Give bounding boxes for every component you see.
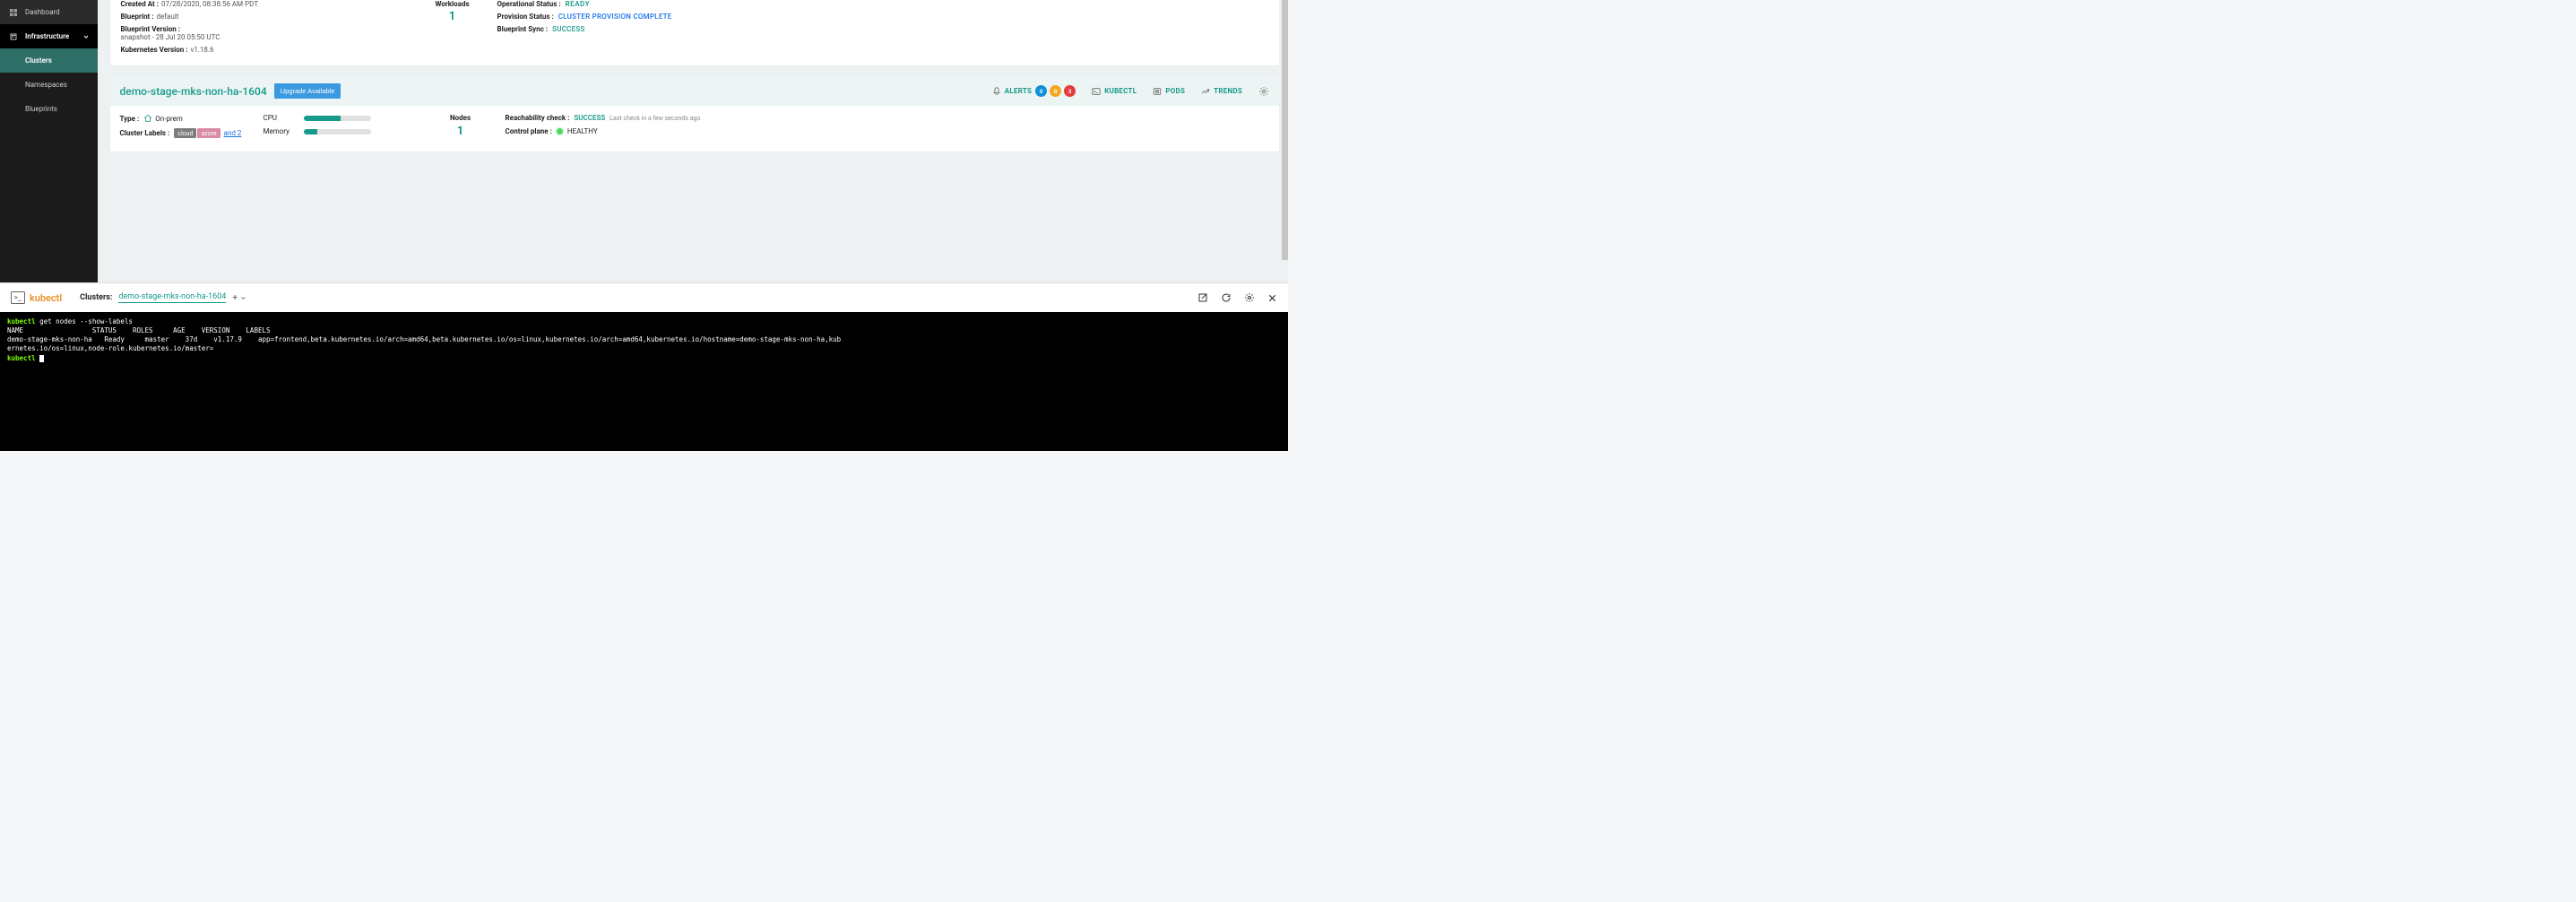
pods-action[interactable]: PODS (1153, 87, 1185, 96)
type-label: Type : (120, 115, 140, 123)
label-pill-cloud[interactable]: cloud (174, 128, 196, 138)
created-at-label: Created At : (121, 0, 159, 8)
sidebar-item-label: Namespaces (25, 81, 67, 89)
k8s-version-value: v1.18.6 (190, 46, 213, 54)
nodes-count[interactable]: 1 (416, 125, 506, 138)
settings-icon[interactable] (1258, 86, 1269, 97)
cpu-bar-fill (304, 116, 341, 121)
kubectl-toolbar: >_ kubectl Clusters: demo-stage-mks-non-… (0, 282, 1288, 312)
prov-status-value[interactable]: CLUSTER PROVISION COMPLETE (558, 13, 672, 21)
bp-sync-value[interactable]: SUCCESS (552, 25, 584, 33)
kubectl-tab-caret-icon[interactable] (241, 296, 246, 300)
nodes-label: Nodes (416, 114, 506, 122)
cpu-bar (304, 116, 371, 121)
op-status-label: Operational Status : (497, 0, 561, 8)
sidebar-item-blueprints[interactable]: Blueprints (0, 97, 98, 121)
op-status-value: READY (566, 0, 590, 8)
list-icon (1153, 87, 1162, 96)
trends-label: TRENDS (1214, 87, 1242, 95)
status-dot-icon (557, 128, 563, 134)
kubectl-brand-text: kubectl (30, 292, 62, 304)
type-value: On-prem (155, 115, 183, 123)
blueprint-value: default (157, 13, 179, 21)
cluster-card-header: demo-stage-mks-non-ha-1604 Upgrade Avail… (110, 76, 1280, 106)
terminal-row-cont: ernetes.io/os=linux,node-role.kubernetes… (7, 344, 213, 352)
building-icon (9, 32, 17, 40)
trend-icon (1201, 87, 1210, 96)
sidebar-item-infrastructure[interactable]: Infrastructure (0, 24, 98, 48)
cpu-label: CPU (264, 114, 304, 122)
alert-badge-info[interactable]: 0 (1035, 85, 1047, 97)
reachability-value: SUCCESS (574, 114, 605, 122)
blueprint-label: Blueprint : (121, 13, 154, 21)
pods-label: PODS (1165, 87, 1185, 95)
refresh-icon[interactable] (1221, 292, 1232, 303)
k8s-version-label: Kubernetes Version : (121, 46, 188, 54)
alerts-label: ALERTS (1005, 87, 1032, 95)
created-at-value: 07/28/2020, 08:38:56 AM PDT (161, 0, 258, 8)
close-icon[interactable] (1267, 293, 1277, 303)
bell-icon (992, 87, 1001, 96)
sidebar: Dashboard Infrastructure Clusters Namesp… (0, 0, 98, 282)
control-plane-value: HEALTHY (567, 127, 598, 135)
upgrade-available-button[interactable]: Upgrade Available (274, 83, 341, 99)
labels-more-link[interactable]: and 2 (224, 129, 242, 137)
scrollbar[interactable] (1281, 0, 1288, 282)
terminal-prompt: kubectl (7, 317, 39, 325)
kubectl-action[interactable]: KUBECTL (1092, 87, 1137, 96)
dashboard-icon (9, 8, 17, 16)
settings-icon[interactable] (1244, 292, 1255, 303)
main-content: Created At : 07/28/2020, 08:38:56 AM PDT… (98, 0, 1289, 282)
memory-label: Memory (264, 127, 304, 135)
blueprint-version-label: Blueprint Version : (121, 25, 181, 33)
control-plane-label: Control plane : (506, 127, 552, 135)
sidebar-item-label: Infrastructure (25, 32, 69, 40)
reachability-label: Reachability check : (506, 114, 570, 122)
terminal-header: NAME STATUS ROLES AGE VERSION LABELS (7, 326, 271, 334)
terminal-row: demo-stage-mks-non-ha Ready master 37d v… (7, 335, 841, 343)
trends-action[interactable]: TRENDS (1201, 87, 1242, 96)
sidebar-item-label: Blueprints (25, 105, 57, 113)
terminal-icon (1092, 87, 1101, 96)
scrollbar-thumb[interactable] (1282, 0, 1288, 260)
kubectl-clusters-label: Clusters: (80, 293, 112, 302)
cluster-card: demo-stage-mks-non-ha-1604 Upgrade Avail… (110, 76, 1280, 152)
prov-status-label: Provision Status : (497, 13, 554, 21)
label-pill-azure[interactable]: azure (197, 128, 220, 138)
sidebar-item-label: Clusters (25, 56, 52, 65)
sidebar-item-label: Dashboard (25, 8, 60, 16)
kubectl-label: KUBECTL (1104, 87, 1137, 95)
memory-bar-fill (304, 129, 317, 134)
onprem-icon (143, 114, 152, 123)
terminal-command: get nodes --show-labels (39, 317, 133, 325)
sidebar-item-namespaces[interactable]: Namespaces (0, 73, 98, 97)
alert-badge-warn[interactable]: 0 (1050, 85, 1061, 97)
alerts-action[interactable]: ALERTS 0 0 3 (992, 85, 1076, 97)
cluster-summary-card: Created At : 07/28/2020, 08:38:56 AM PDT… (110, 0, 1280, 65)
terminal-brand-icon: >_ (11, 291, 25, 304)
workloads-label: Workloads (408, 0, 497, 8)
memory-bar (304, 129, 371, 134)
terminal-cursor (39, 355, 44, 362)
cluster-name-link[interactable]: demo-stage-mks-non-ha-1604 (120, 85, 267, 98)
terminal-cursor-prompt: kubectl (7, 354, 39, 362)
reachability-sub: Last check in a few seconds ago (609, 115, 700, 122)
sidebar-item-dashboard[interactable]: Dashboard (0, 0, 98, 24)
workloads-count[interactable]: 1 (408, 10, 497, 23)
kubectl-brand: >_ kubectl (11, 291, 62, 304)
bp-sync-label: Blueprint Sync : (497, 25, 549, 33)
kubectl-terminal[interactable]: kubectl get nodes --show-labels NAME STA… (0, 312, 1288, 451)
alert-badge-crit[interactable]: 3 (1064, 85, 1076, 97)
blueprint-version-value: snapshot - 28 Jul 20 05:50 UTC (121, 33, 220, 41)
sidebar-item-clusters[interactable]: Clusters (0, 48, 98, 73)
cluster-labels-label: Cluster Labels : (120, 129, 170, 137)
kubectl-add-tab-button[interactable]: + (232, 293, 238, 303)
kubectl-cluster-tab[interactable]: demo-stage-mks-non-ha-1604 (118, 292, 226, 303)
open-external-icon[interactable] (1197, 292, 1208, 303)
chevron-down-icon (83, 34, 89, 39)
